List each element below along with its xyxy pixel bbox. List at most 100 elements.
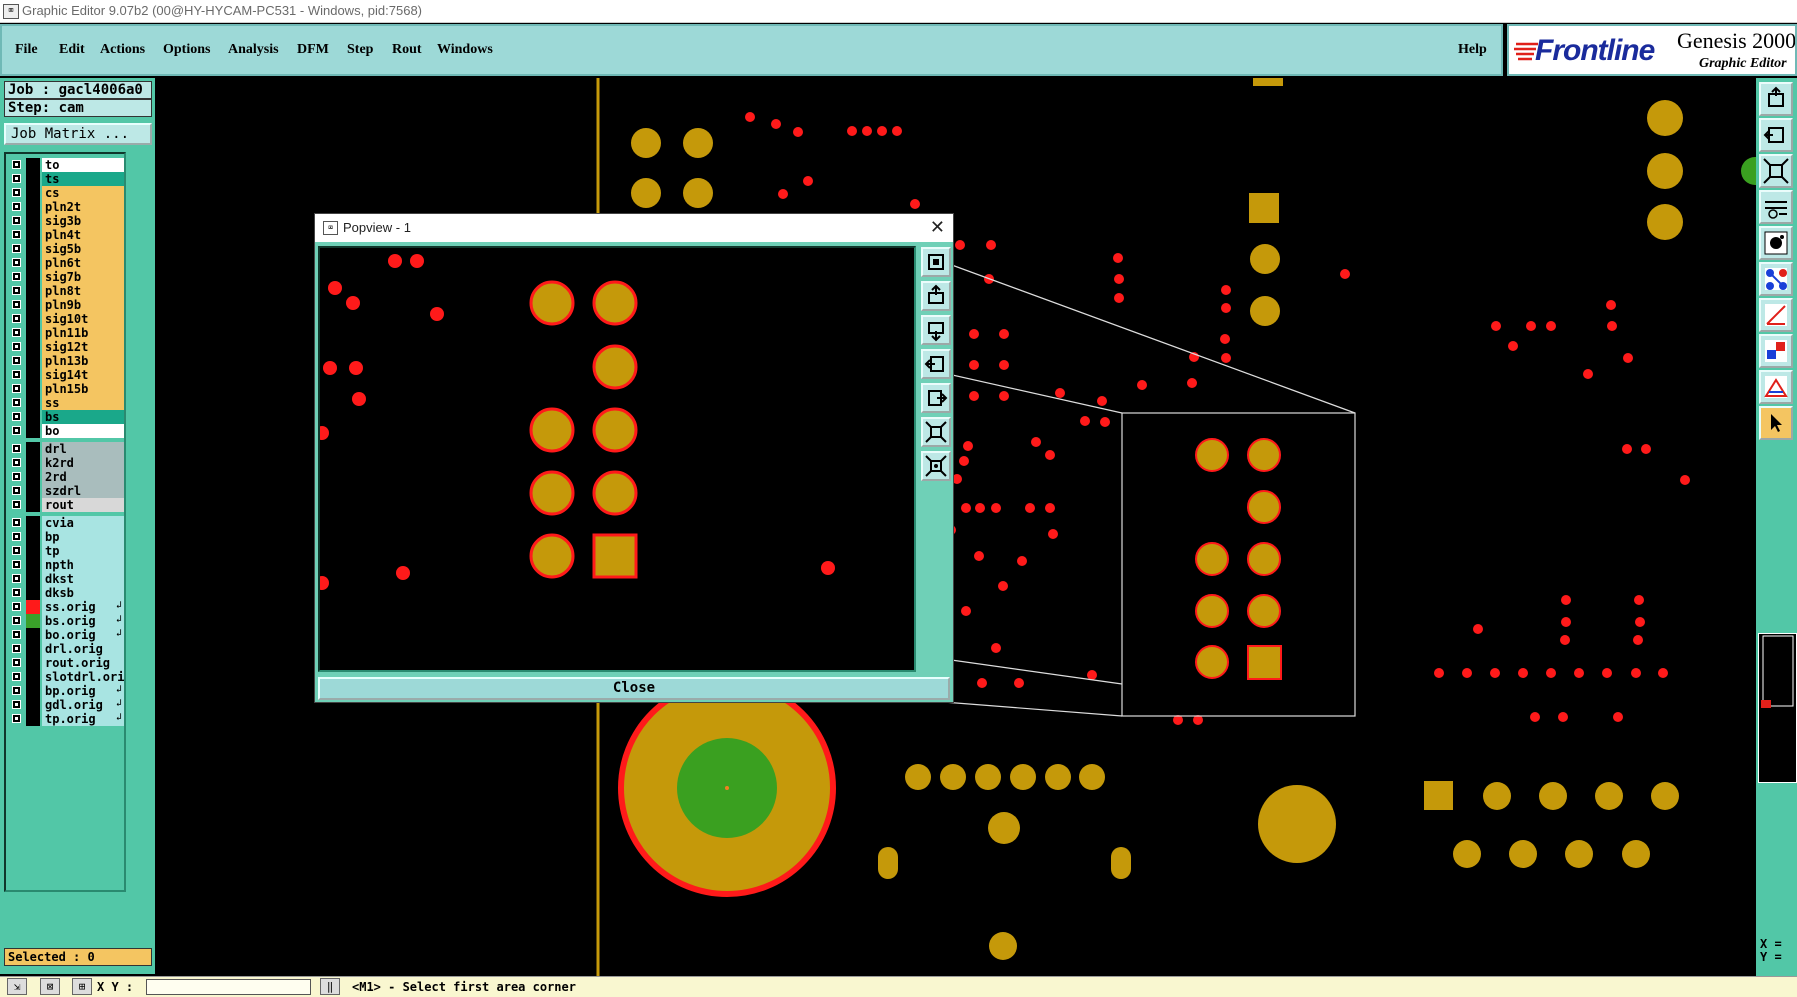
layer-name[interactable]: tp.orig ↲ bbox=[42, 712, 124, 726]
layer-color-swatch[interactable] bbox=[26, 558, 40, 572]
layer-row-rout[interactable]: rout bbox=[6, 498, 124, 512]
layer-name[interactable]: pln8t bbox=[42, 284, 124, 298]
layer-checkbox[interactable] bbox=[12, 258, 21, 267]
layer-name[interactable]: szdrl bbox=[42, 484, 124, 498]
layer-checkbox[interactable] bbox=[12, 342, 21, 351]
angle-measure-icon[interactable] bbox=[1759, 298, 1793, 332]
layer-row-pln11b[interactable]: pln11b bbox=[6, 326, 124, 340]
layer-name[interactable]: bp bbox=[42, 530, 124, 544]
popview-titlebar[interactable]: ⌧ Popview - 1 ✕ bbox=[315, 214, 953, 242]
layer-row-bo-orig[interactable]: bo.orig ↲ bbox=[6, 628, 124, 642]
pointer-mode-icon[interactable]: ⇲ bbox=[7, 978, 27, 995]
layer-row-pln6t[interactable]: pln6t bbox=[6, 256, 124, 270]
menu-options[interactable]: Options bbox=[163, 42, 210, 58]
layer-checkbox[interactable] bbox=[12, 658, 21, 667]
layer-color-swatch[interactable] bbox=[26, 368, 40, 382]
menu-help[interactable]: Help bbox=[1458, 42, 1487, 58]
layer-checkbox[interactable] bbox=[12, 644, 21, 653]
layer-color-swatch[interactable] bbox=[26, 456, 40, 470]
layer-checkbox[interactable] bbox=[12, 202, 21, 211]
layer-checkbox[interactable] bbox=[12, 244, 21, 253]
layer-checkbox[interactable] bbox=[12, 500, 21, 509]
menu-step[interactable]: Step bbox=[347, 42, 373, 58]
layer-checkbox[interactable] bbox=[12, 300, 21, 309]
layer-checkbox[interactable] bbox=[12, 216, 21, 225]
grid-mode-icon[interactable]: ⊞ bbox=[72, 978, 92, 995]
layer-color-swatch[interactable] bbox=[26, 200, 40, 214]
layer-name[interactable]: bs.orig ↲ bbox=[42, 614, 124, 628]
menu-windows[interactable]: Windows bbox=[437, 42, 493, 58]
net-connect-icon[interactable] bbox=[1759, 262, 1793, 296]
popview-pcb-view[interactable] bbox=[320, 248, 914, 670]
layer-row-cvia[interactable]: cvia bbox=[6, 516, 124, 530]
layer-checkbox[interactable] bbox=[12, 188, 21, 197]
layer-color-swatch[interactable] bbox=[26, 396, 40, 410]
layer-color-swatch[interactable] bbox=[26, 270, 40, 284]
layer-checkbox[interactable] bbox=[12, 714, 21, 723]
layer-row-npth[interactable]: npth bbox=[6, 558, 124, 572]
layer-color-swatch[interactable] bbox=[26, 172, 40, 186]
layer-name[interactable]: rout bbox=[42, 498, 124, 512]
outline-icon[interactable] bbox=[1759, 370, 1793, 404]
layer-color-swatch[interactable] bbox=[26, 354, 40, 368]
layer-name[interactable]: sig3b bbox=[42, 214, 124, 228]
layer-checkbox[interactable] bbox=[12, 588, 21, 597]
layer-name[interactable]: ts bbox=[42, 172, 124, 186]
layer-name[interactable]: sig10t bbox=[42, 312, 124, 326]
pop-zoom-out-icon[interactable] bbox=[921, 451, 951, 481]
layer-checkbox[interactable] bbox=[12, 602, 21, 611]
measure-icon[interactable] bbox=[1759, 190, 1793, 224]
layer-checkbox[interactable] bbox=[12, 174, 21, 183]
layer-row-bo[interactable]: bo bbox=[6, 424, 124, 438]
layer-checkbox[interactable] bbox=[12, 700, 21, 709]
pop-pan-up-icon[interactable] bbox=[921, 281, 951, 311]
layer-row-k2rd[interactable]: k2rd bbox=[6, 456, 124, 470]
layer-row-sig5b[interactable]: sig5b bbox=[6, 242, 124, 256]
layer-name[interactable]: bo bbox=[42, 424, 124, 438]
pop-pan-down-icon[interactable] bbox=[921, 315, 951, 345]
layer-checkbox[interactable] bbox=[12, 412, 21, 421]
layer-row-bs-orig[interactable]: bs.orig ↲ bbox=[6, 614, 124, 628]
layer-checkbox[interactable] bbox=[12, 486, 21, 495]
menu-rout[interactable]: Rout bbox=[392, 42, 422, 58]
layer-checkbox[interactable] bbox=[12, 560, 21, 569]
layer-checkbox[interactable] bbox=[12, 444, 21, 453]
layer-row-bp[interactable]: bp bbox=[6, 530, 124, 544]
layer-checkbox[interactable] bbox=[12, 672, 21, 681]
layer-name[interactable]: rout.orig bbox=[42, 656, 124, 670]
layer-checkbox[interactable] bbox=[12, 356, 21, 365]
layer-color-swatch[interactable] bbox=[26, 572, 40, 586]
zoom-home-icon[interactable] bbox=[1759, 82, 1793, 116]
layer-name[interactable]: to bbox=[42, 158, 124, 172]
job-matrix-button[interactable]: Job Matrix ... bbox=[4, 123, 152, 145]
layer-checkbox[interactable] bbox=[12, 272, 21, 281]
layer-name[interactable]: gdl.orig ↲ bbox=[42, 698, 124, 712]
layer-color-swatch[interactable] bbox=[26, 698, 40, 712]
layer-color-swatch[interactable] bbox=[26, 256, 40, 270]
layer-name[interactable]: bs bbox=[42, 410, 124, 424]
layer-name[interactable]: bp.orig ↲ bbox=[42, 684, 124, 698]
layer-row-pln9b[interactable]: pln9b bbox=[6, 298, 124, 312]
layer-color-swatch[interactable] bbox=[26, 214, 40, 228]
layer-row-slotdrl-orig[interactable]: slotdrl.orig bbox=[6, 670, 124, 684]
layer-color-swatch[interactable] bbox=[26, 670, 40, 684]
layer-color-swatch[interactable] bbox=[26, 516, 40, 530]
layer-name[interactable]: drl.orig bbox=[42, 642, 124, 656]
pop-pan-right-icon[interactable] bbox=[921, 383, 951, 413]
layer-row-gdl-orig[interactable]: gdl.orig ↲ bbox=[6, 698, 124, 712]
layer-color-swatch[interactable] bbox=[26, 312, 40, 326]
layer-name[interactable]: pln4t bbox=[42, 228, 124, 242]
layer-row-2rd[interactable]: 2rd bbox=[6, 470, 124, 484]
pop-zoom-fit-icon[interactable] bbox=[921, 417, 951, 447]
layer-checkbox[interactable] bbox=[12, 616, 21, 625]
popview-close-button[interactable]: Close bbox=[318, 677, 950, 700]
layer-compare-icon[interactable] bbox=[1759, 334, 1793, 368]
layer-color-swatch[interactable] bbox=[26, 544, 40, 558]
layer-checkbox[interactable] bbox=[12, 314, 21, 323]
layer-checkbox[interactable] bbox=[12, 370, 21, 379]
minimap[interactable] bbox=[1758, 633, 1797, 783]
layer-color-swatch[interactable] bbox=[26, 242, 40, 256]
layer-row-sig10t[interactable]: sig10t bbox=[6, 312, 124, 326]
layer-name[interactable]: pln2t bbox=[42, 200, 124, 214]
layer-checkbox[interactable] bbox=[12, 686, 21, 695]
